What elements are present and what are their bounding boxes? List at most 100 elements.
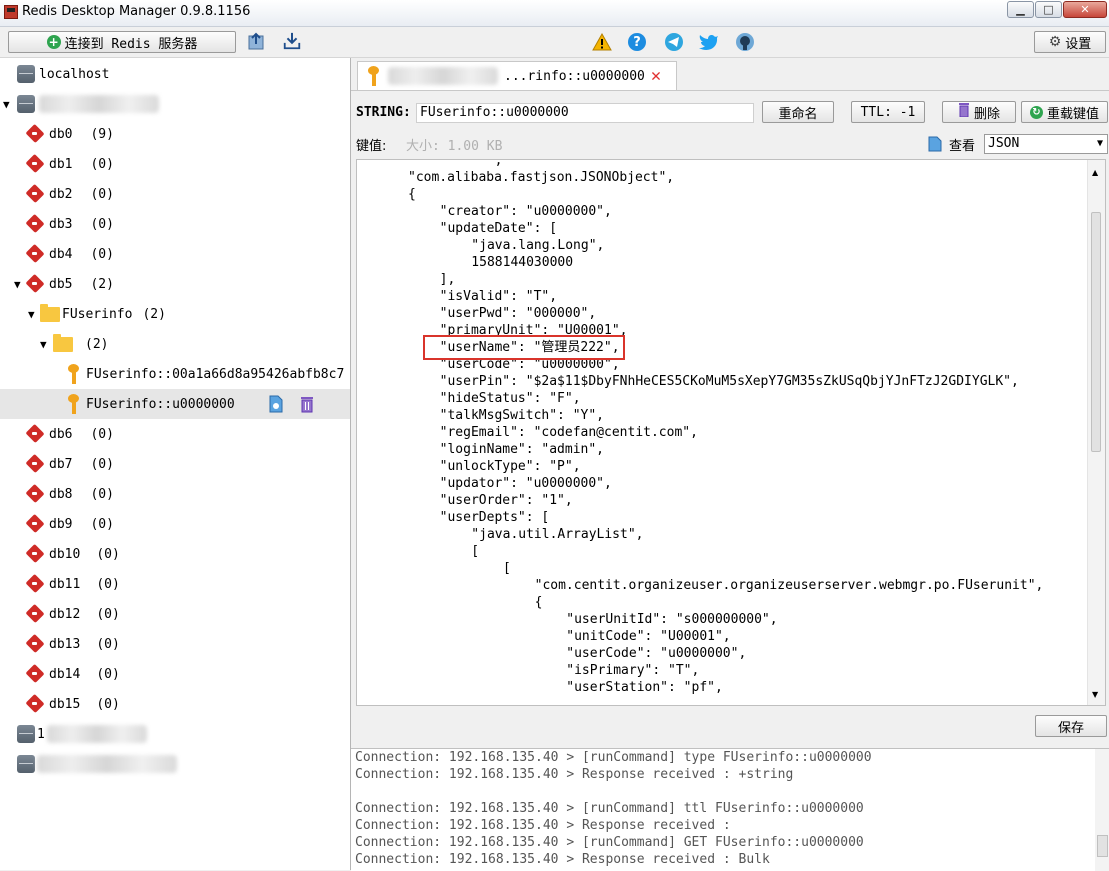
tree-db-db8[interactable]: db8 (0)	[0, 479, 350, 509]
help-icon[interactable]: ?	[627, 32, 647, 52]
editor-line: "userCode": "u0000000",	[488, 646, 747, 661]
tab-key[interactable]: ...rinfo::u0000000 ✕	[357, 61, 677, 90]
editor-line: {	[472, 595, 543, 610]
tab-bar: ...rinfo::u0000000 ✕	[351, 58, 1109, 91]
tree-server-blurred-3[interactable]	[0, 749, 350, 779]
save-button[interactable]: 保存	[1035, 715, 1107, 737]
editor-line: ,	[479, 159, 503, 168]
tree-db-db5[interactable]: ▼ db5 (2)	[0, 269, 350, 299]
trash-icon[interactable]	[299, 395, 315, 413]
close-tab-icon[interactable]: ✕	[651, 66, 661, 86]
console-line: Connection: 192.168.135.40 > [runCommand…	[355, 750, 872, 765]
key-label: FUserinfo::00a1a66d8a95426abfb8c7	[86, 366, 345, 382]
editor-line: "loginName": "admin",	[424, 442, 605, 457]
minimize-button[interactable]: ▁	[1007, 1, 1034, 18]
gear-icon: ⚙	[1048, 34, 1062, 50]
db-label: db15	[49, 696, 81, 712]
db-label: db7	[49, 456, 73, 472]
key-label: FUserinfo::u0000000	[86, 396, 235, 412]
blurred-server-name	[46, 725, 147, 743]
tree-db-db4[interactable]: db4 (0)	[0, 239, 350, 269]
twitter-icon[interactable]	[699, 32, 719, 52]
tree-db-db9[interactable]: db9 (0)	[0, 509, 350, 539]
editor-scrollbar[interactable]: ▲ ▼	[1087, 160, 1105, 705]
database-icon	[26, 275, 47, 293]
close-window-button[interactable]: ✕	[1063, 1, 1107, 18]
editor-line: "userPin": "$2a$11$DbyFNhHeCES5CKoMuM5sX…	[424, 374, 1019, 389]
console-scrollbar-thumb[interactable]	[1097, 835, 1108, 857]
scroll-down-icon[interactable]: ▼	[1092, 690, 1098, 699]
log-console[interactable]: Connection: 192.168.135.40 > [runCommand…	[351, 748, 1109, 871]
database-icon	[26, 185, 47, 203]
tree-db-db7[interactable]: db7 (0)	[0, 449, 350, 479]
folder-icon	[40, 303, 60, 322]
console-scrollbar[interactable]	[1095, 749, 1109, 871]
settings-button[interactable]: ⚙ 设置	[1034, 31, 1106, 53]
value-editor[interactable]: , "com.alibaba.fastjson.JSONObject", { "cr…	[356, 159, 1106, 706]
scrollbar-thumb[interactable]	[1091, 212, 1101, 452]
db-count: (0)	[96, 576, 120, 592]
tree-db-db13[interactable]: db13 (0)	[0, 629, 350, 659]
console-line: Connection: 192.168.135.40 > Response re…	[355, 818, 731, 833]
tree-server-localhost[interactable]: localhost	[0, 59, 350, 89]
key-icon	[66, 363, 82, 385]
editor-line: "regEmail": "codefan@centit.com",	[424, 425, 698, 440]
format-select[interactable]: JSON ▼	[984, 134, 1108, 154]
import-icon[interactable]	[247, 32, 267, 52]
db-count: (0)	[90, 246, 114, 262]
delete-button[interactable]: 删除	[942, 101, 1016, 123]
editor-line: {	[408, 187, 416, 202]
tree-db-db3[interactable]: db3 (0)	[0, 209, 350, 239]
reload-value-button[interactable]: ↻ 重载键值	[1021, 101, 1108, 123]
tree-folder-fuserinfo[interactable]: ▼ FUserinfo (2)	[0, 299, 350, 329]
export-icon[interactable]	[282, 31, 302, 51]
rename-label: 重命名	[778, 106, 818, 122]
tree-server-blurred[interactable]: ▼	[0, 89, 350, 119]
db-count: (0)	[96, 546, 120, 562]
github-icon[interactable]	[735, 32, 755, 52]
editor-line: "userUnitId": "s000000000",	[488, 612, 778, 627]
tree-db-db6[interactable]: db6 (0)	[0, 419, 350, 449]
telegram-icon[interactable]	[664, 32, 684, 52]
tab-label: ...rinfo::u0000000	[504, 68, 645, 84]
tree-db-db12[interactable]: db12 (0)	[0, 599, 350, 629]
folder-icon	[53, 333, 73, 352]
scroll-up-icon[interactable]: ▲	[1092, 168, 1098, 177]
editor-line: "java.lang.Long",	[440, 238, 605, 253]
window-controls: ▁ □ ✕	[1006, 1, 1107, 19]
key-name-input[interactable]: FUserinfo::u0000000	[416, 103, 754, 123]
ttl-button[interactable]: TTL: -1	[851, 101, 925, 123]
window-title: Redis Desktop Manager 0.9.8.1156	[22, 4, 251, 19]
editor-line: "com.alibaba.fastjson.JSONObject",	[408, 170, 675, 185]
value-label: 键值:	[356, 139, 387, 154]
tree-db-db2[interactable]: db2 (0)	[0, 179, 350, 209]
rename-button[interactable]: 重命名	[762, 101, 834, 123]
key-icon	[66, 393, 82, 415]
tree-server-blurred-2[interactable]: 1	[0, 719, 350, 749]
connect-server-button[interactable]: + 连接到 Redis 服务器	[8, 31, 236, 53]
tree-db-db0[interactable]: db0 (9)	[0, 119, 350, 149]
tree-subfolder[interactable]: ▼ (2)	[0, 329, 350, 359]
tree-db-db10[interactable]: db10 (0)	[0, 539, 350, 569]
database-icon	[26, 545, 47, 563]
tree-db-db15[interactable]: db15 (0)	[0, 689, 350, 719]
tree-db-db14[interactable]: db14 (0)	[0, 659, 350, 689]
tree-db-db1[interactable]: db1 (0)	[0, 149, 350, 179]
edit-key-icon[interactable]	[268, 395, 284, 413]
view-icon	[928, 136, 942, 152]
view-label: 查看	[949, 139, 976, 154]
tree-db-db11[interactable]: db11 (0)	[0, 569, 350, 599]
console-line: Connection: 192.168.135.40 > Response re…	[355, 852, 770, 867]
title-bar: Redis Desktop Manager 0.9.8.1156 ▁ □ ✕	[0, 0, 1109, 27]
db-label: db10	[49, 546, 81, 562]
warning-icon[interactable]	[592, 32, 612, 52]
database-icon	[26, 635, 47, 653]
plus-circle-icon: +	[46, 35, 61, 49]
editor-line: "hideStatus": "F",	[424, 391, 581, 406]
tree-key-item[interactable]: FUserinfo::00a1a66d8a95426abfb8c7	[0, 359, 350, 389]
settings-label: 设置	[1065, 36, 1092, 52]
server-label: 1	[37, 726, 45, 742]
maximize-button[interactable]: □	[1035, 1, 1062, 18]
tree-key-item-selected[interactable]: FUserinfo::u0000000	[0, 389, 350, 419]
trash-icon	[958, 103, 970, 121]
